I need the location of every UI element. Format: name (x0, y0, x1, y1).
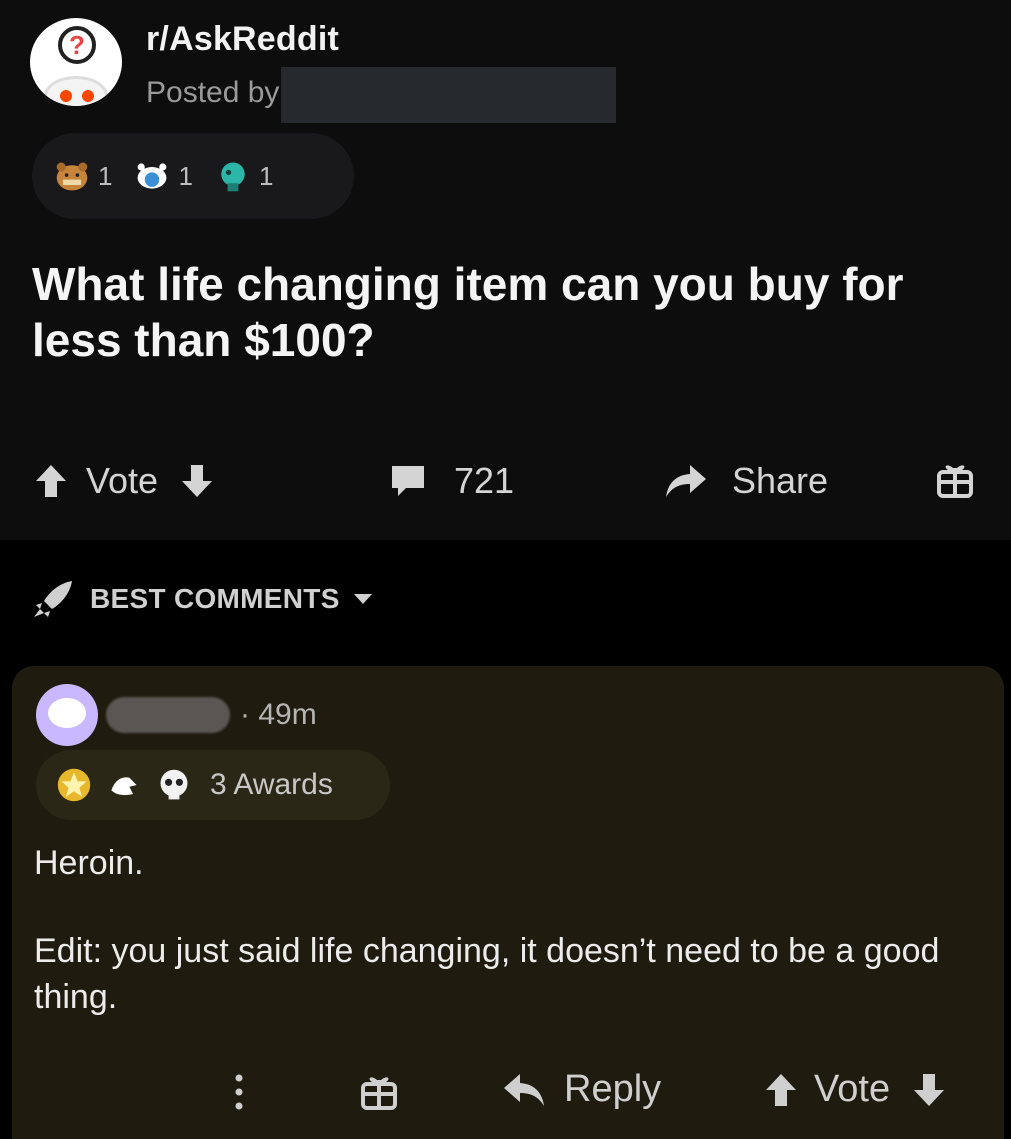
comment-paragraph: Heroin. (34, 844, 144, 882)
comment-vote-control: Vote (764, 1068, 946, 1111)
upvote-arrow-icon[interactable] (764, 1072, 798, 1108)
bear-award-icon (56, 162, 88, 191)
award-count: 1 (178, 160, 193, 191)
comment-action-bar: Reply Vote (12, 1062, 1004, 1126)
gift-icon (361, 1077, 397, 1110)
post-card: ? r/AskReddit Posted by 1 1 1 What life … (0, 0, 1011, 540)
skull-award-icon (160, 769, 188, 800)
award-button[interactable] (936, 460, 974, 498)
comment-paragraph: Edit: you just said life changing, it do… (34, 932, 940, 1016)
upvote-arrow-icon[interactable] (34, 463, 68, 499)
comment-card: · 49m 3 Awards Heroin. Edit: you just sa… (12, 666, 1004, 1139)
gift-icon (937, 465, 973, 498)
reply-label: Reply (564, 1068, 662, 1110)
subreddit-name[interactable]: r/AskReddit (146, 20, 616, 59)
star-award-icon (57, 768, 91, 802)
comment-bubble-icon (392, 466, 424, 496)
share-arrow-icon (666, 465, 706, 497)
awards-count-label: 3 Awards (210, 768, 333, 801)
user-avatar[interactable] (36, 684, 98, 746)
comment-header: · 49m (36, 684, 317, 746)
more-options-button[interactable] (234, 1072, 244, 1112)
award-item: 1 (215, 158, 273, 194)
reply-arrow-icon (504, 1073, 544, 1106)
award-item: 1 (134, 158, 193, 194)
comment-count: 721 (454, 460, 515, 501)
downvote-arrow-icon[interactable] (912, 1072, 946, 1108)
award-item: 1 (54, 158, 112, 194)
subreddit-avatar-icon[interactable]: ? (30, 18, 122, 106)
comment-awards[interactable]: 3 Awards (36, 750, 390, 820)
redacted-username (281, 67, 617, 123)
teal-award-icon (221, 162, 245, 192)
chevron-down-icon (353, 594, 372, 604)
share-label: Share (732, 460, 829, 501)
snoo-award-icon (138, 163, 167, 189)
share-button[interactable]: Share (664, 460, 828, 502)
comments-button[interactable]: 721 (388, 460, 514, 502)
vote-label: Vote (86, 460, 159, 501)
posted-by-label: Posted by (146, 76, 280, 109)
vote-control: Vote (34, 460, 214, 502)
comment-body: Heroin. Edit: you just said life changin… (34, 840, 994, 1062)
sort-bar[interactable]: BEST COMMENTS (0, 555, 1011, 645)
post-action-bar: Vote 721 Share (0, 452, 1011, 516)
award-button[interactable] (360, 1072, 398, 1110)
comment-time-value: 49m (258, 698, 317, 731)
rocket-icon (34, 581, 72, 617)
post-header: ? r/AskReddit Posted by (30, 18, 617, 123)
award-count: 1 (258, 160, 274, 191)
more-dots-icon (235, 1074, 243, 1110)
hand-award-icon (111, 777, 137, 796)
post-title[interactable]: What life changing item can you buy for … (32, 256, 982, 368)
post-awards[interactable]: 1 1 1 (32, 133, 354, 219)
comment-time: · 49m (240, 698, 317, 731)
award-count: 1 (98, 160, 113, 191)
reply-button[interactable]: Reply (502, 1068, 661, 1111)
sort-label: BEST COMMENTS (90, 583, 340, 614)
vote-label: Vote (814, 1068, 891, 1110)
downvote-arrow-icon[interactable] (180, 463, 214, 499)
redacted-username (106, 697, 230, 733)
